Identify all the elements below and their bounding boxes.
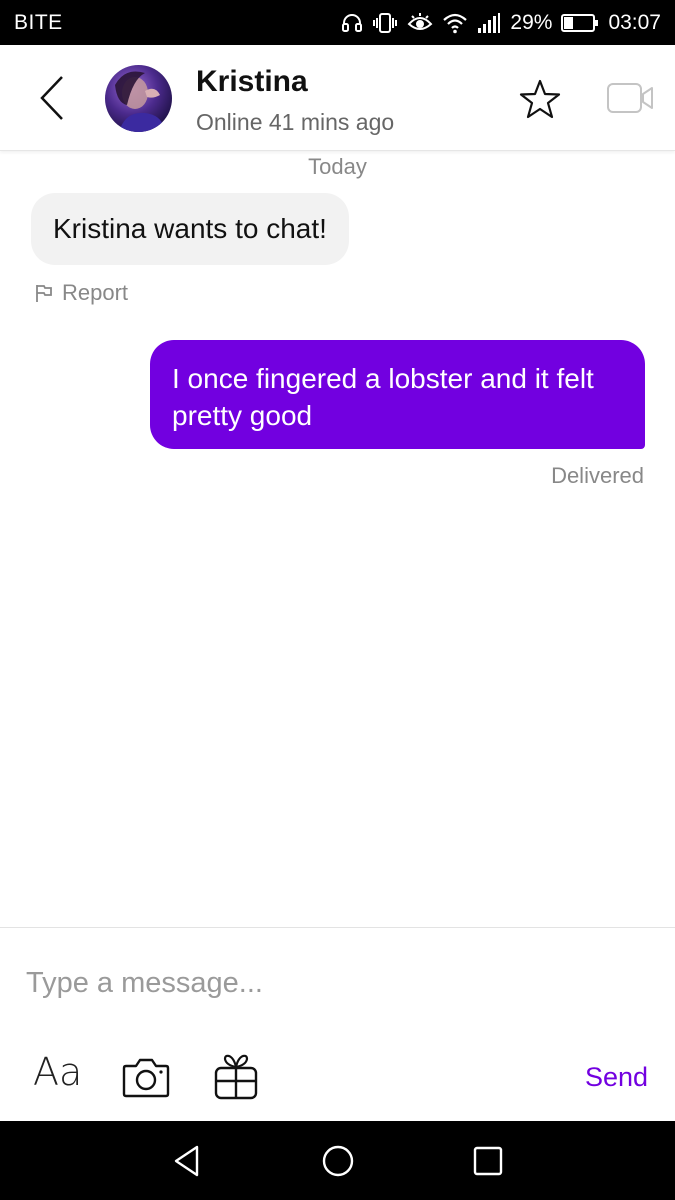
contact-online-status: Online 41 mins ago: [196, 109, 395, 135]
nav-back-icon: [174, 1145, 199, 1177]
chat-header: Kristina Online 41 mins ago: [0, 45, 675, 151]
incoming-message-text: Kristina wants to chat!: [53, 213, 327, 244]
camera-icon: [122, 1058, 170, 1098]
incoming-message-bubble[interactable]: Kristina wants to chat!: [31, 193, 349, 265]
nav-back-button[interactable]: [170, 1143, 206, 1179]
contact-name: Kristina: [196, 65, 308, 98]
wifi-icon: [442, 12, 468, 34]
date-separator: Today: [308, 154, 367, 179]
send-button[interactable]: Send: [585, 1062, 648, 1093]
eye-icon: [407, 12, 433, 34]
gift-button[interactable]: [212, 1053, 260, 1101]
status-icons: 29% 03:07: [341, 11, 661, 35]
battery-percentage: 29%: [510, 10, 553, 34]
favorite-button[interactable]: [518, 77, 562, 121]
nav-home-icon: [322, 1145, 354, 1177]
system-navigation-bar: [0, 1121, 675, 1200]
message-composer: Aa Send: [0, 927, 675, 1121]
video-call-icon: [607, 83, 653, 113]
flag-icon: [36, 285, 52, 302]
outgoing-message-bubble[interactable]: I once fingered a lobster and it felt pr…: [150, 340, 645, 449]
carrier-name: BITE: [14, 10, 63, 34]
avatar[interactable]: [105, 65, 172, 132]
star-icon: [519, 79, 561, 119]
battery-icon: [561, 13, 599, 33]
gift-icon: [214, 1054, 258, 1100]
headphones-icon: [341, 12, 363, 34]
clock: 03:07: [608, 10, 661, 34]
camera-button[interactable]: [122, 1056, 170, 1098]
status-bar: BITE 29% 03:07: [0, 0, 675, 45]
report-label: Report: [62, 280, 129, 305]
nav-recent-apps-icon: [473, 1146, 503, 1176]
signal-icon: [477, 12, 501, 34]
outgoing-message-text: I once fingered a lobster and it felt pr…: [172, 363, 594, 431]
delivery-status: Delivered: [551, 463, 644, 488]
back-chevron-icon: [40, 76, 63, 120]
vibrate-icon: [372, 12, 398, 34]
nav-home-button[interactable]: [320, 1143, 356, 1179]
message-input[interactable]: [26, 958, 646, 1008]
back-button[interactable]: [30, 73, 74, 123]
video-call-button[interactable]: [606, 81, 654, 115]
report-link[interactable]: Report: [34, 280, 128, 306]
nav-recent-apps-button[interactable]: [470, 1143, 506, 1179]
text-format-button[interactable]: Aa: [33, 1052, 82, 1092]
chat-screen: BITE 29% 03:07 Kristina Online 41 mins a…: [0, 0, 675, 1200]
